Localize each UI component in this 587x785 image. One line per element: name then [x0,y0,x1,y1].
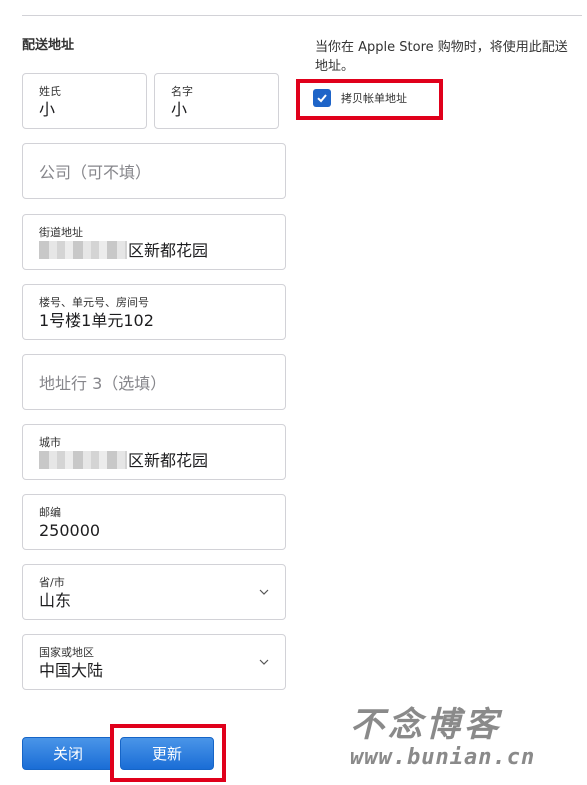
top-divider [22,15,582,16]
province-select[interactable]: 省/市 山东 [22,564,286,620]
copy-billing-checkbox[interactable]: 拷贝帐单地址 [313,89,407,107]
address-line3-field[interactable]: 地址行 3（选填） [22,354,286,410]
last-name-field[interactable]: 姓氏 小 [22,73,147,129]
close-button[interactable]: 关闭 [22,737,114,770]
last-name-value: 小 [39,100,56,119]
first-name-label: 名字 [171,85,193,98]
address-line3-placeholder: 地址行 3（选填） [39,374,167,393]
checkbox-checked-icon[interactable] [313,89,331,107]
watermark-title: 不念博客 [350,705,502,745]
street-address-label: 街道地址 [39,226,83,239]
redacted-text [39,451,127,469]
city-label: 城市 [39,436,61,449]
province-label: 省/市 [39,576,65,589]
city-value: 区新都花园 [39,451,208,471]
city-field[interactable]: 城市 区新都花园 [22,424,286,480]
watermark-url: www.bunian.cn [350,745,536,770]
copy-billing-label: 拷贝帐单地址 [341,92,407,105]
province-value: 山东 [39,591,72,610]
company-field[interactable]: 公司（可不填） [22,143,286,199]
shipping-note: 当你在 Apple Store 购物时，将使用此配送地址。 [315,40,568,74]
update-button[interactable]: 更新 [120,737,214,770]
postal-code-field[interactable]: 邮编 250000 [22,494,286,550]
first-name-field[interactable]: 名字 小 [154,73,279,129]
first-name-value: 小 [171,100,188,119]
unit-value: 1号楼1单元102 [39,311,154,330]
postal-code-value: 250000 [39,521,101,540]
country-value: 中国大陆 [39,661,104,680]
chevron-down-icon [259,659,269,665]
watermark: 不念博客 www.bunian.cn [350,705,580,771]
unit-field[interactable]: 楼号、单元号、房间号 1号楼1单元102 [22,284,286,340]
street-address-field[interactable]: 街道地址 区新都花园 [22,214,286,270]
company-placeholder: 公司（可不填） [39,163,152,182]
street-address-value: 区新都花园 [39,241,208,261]
section-title: 配送地址 [22,38,75,53]
postal-code-label: 邮编 [39,506,61,519]
chevron-down-icon [259,589,269,595]
country-label: 国家或地区 [39,646,94,659]
unit-label: 楼号、单元号、房间号 [39,296,149,309]
last-name-label: 姓氏 [39,85,61,98]
redacted-text [39,241,127,259]
country-select[interactable]: 国家或地区 中国大陆 [22,634,286,690]
